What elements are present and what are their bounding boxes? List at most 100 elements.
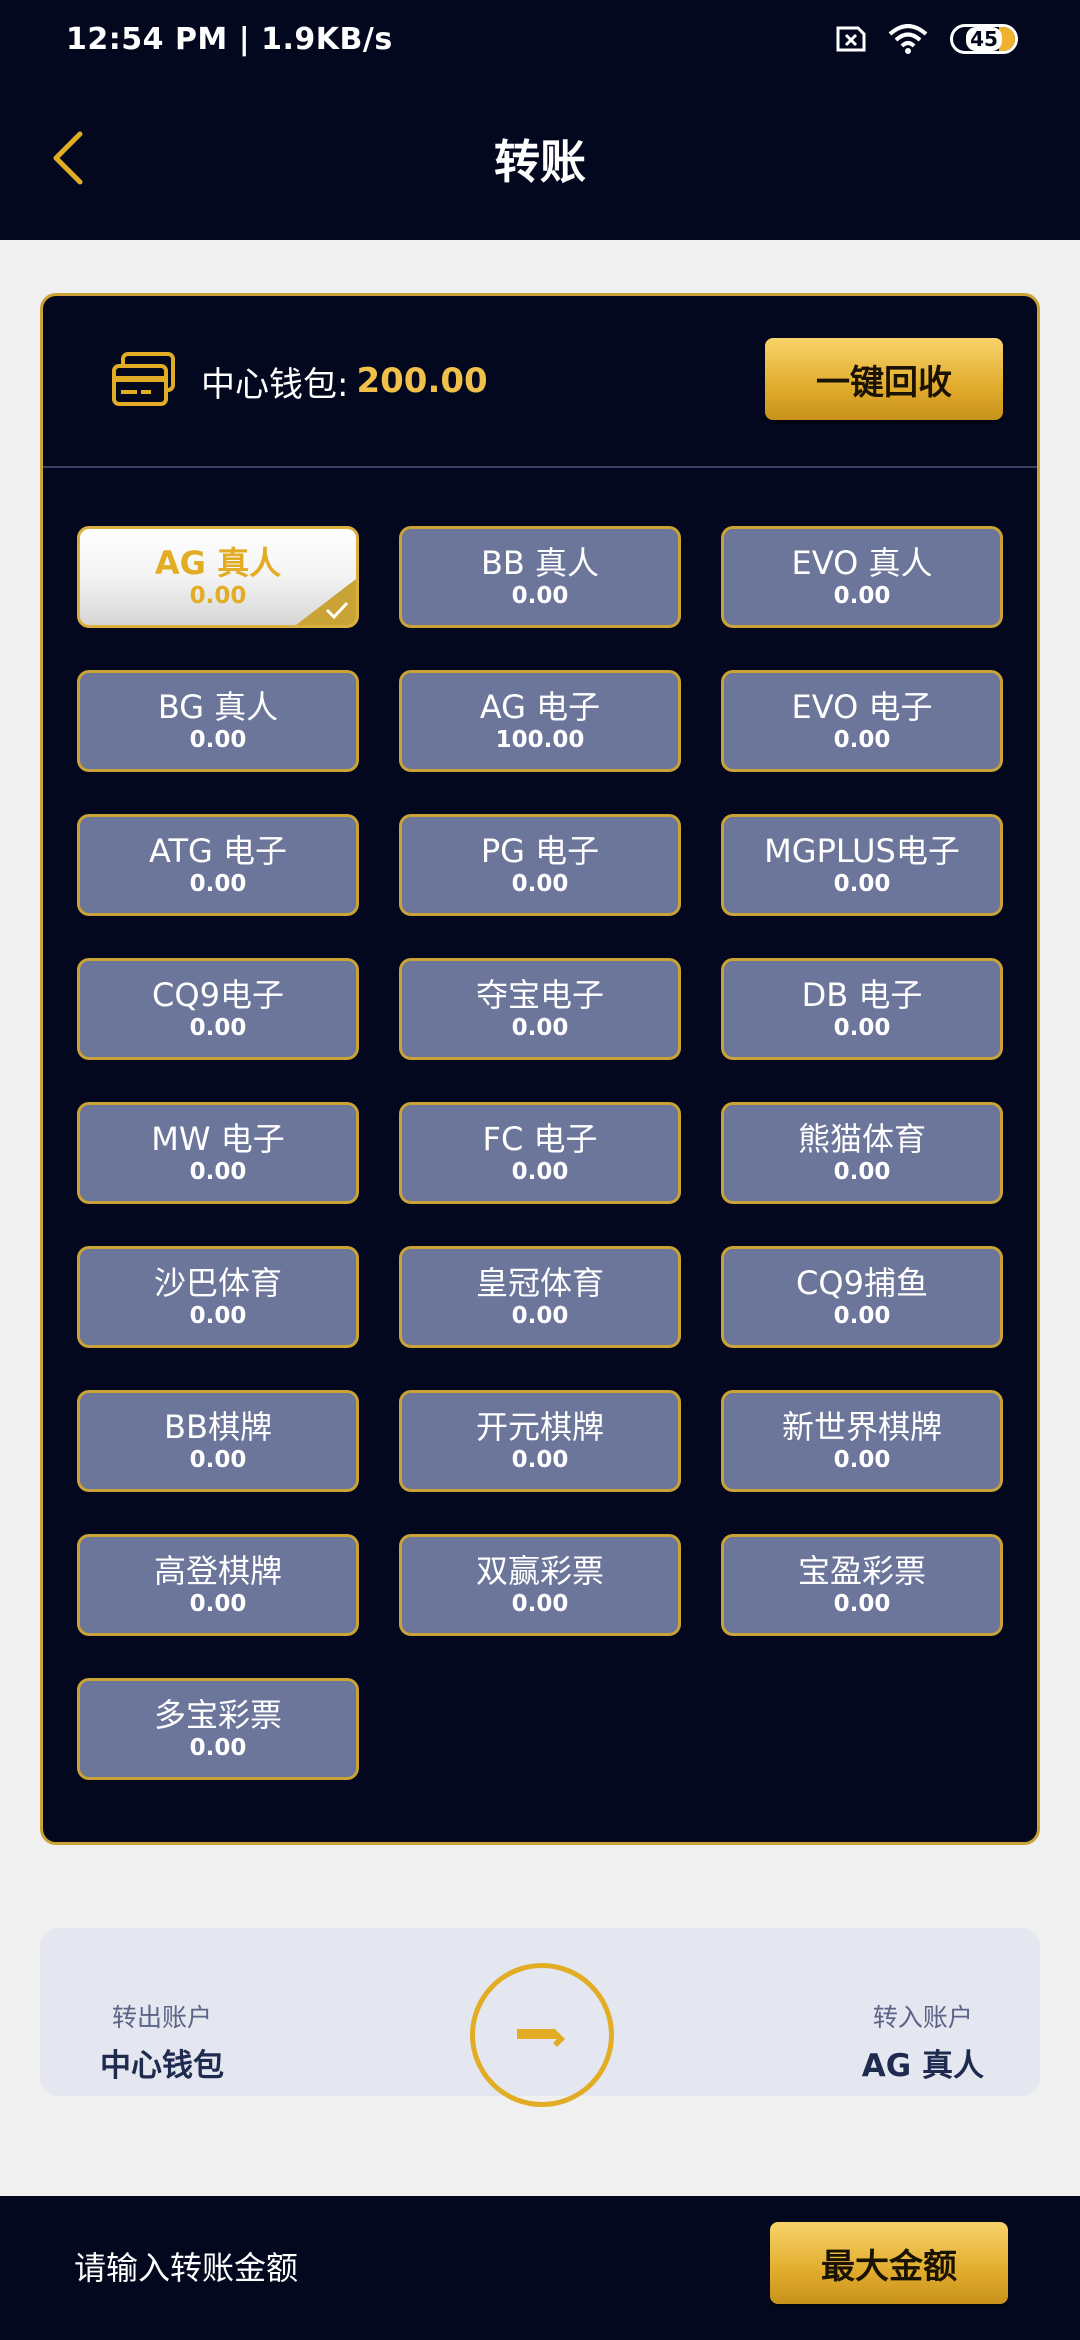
platform-tile[interactable]: CQ9捕鱼 0.00 bbox=[721, 1246, 1003, 1348]
platform-tile[interactable]: 熊猫体育 0.00 bbox=[721, 1102, 1003, 1204]
center-wallet-row: 中心钱包: 200.00 一键回收 bbox=[43, 296, 1037, 468]
amount-bar: 最大金额 bbox=[0, 2196, 1080, 2340]
transfer-direction-card: 转出账户 中心钱包 转入账户 AG 真人 bbox=[40, 1928, 1040, 2107]
platform-tile[interactable]: 开元棋牌 0.00 bbox=[399, 1390, 681, 1492]
platform-balance: 0.00 bbox=[833, 1591, 891, 1617]
from-account[interactable]: 转出账户 中心钱包 bbox=[100, 1998, 224, 2085]
to-account-label: 转入账户 bbox=[872, 2003, 973, 2032]
platform-balance: 0.00 bbox=[189, 1159, 247, 1185]
checkmark-icon bbox=[325, 601, 349, 620]
platform-tile[interactable]: 双赢彩票 0.00 bbox=[399, 1534, 681, 1636]
platform-balance: 0.00 bbox=[833, 1159, 891, 1185]
platform-tile[interactable]: 宝盈彩票 0.00 bbox=[721, 1534, 1003, 1636]
max-amount-button[interactable]: 最大金额 bbox=[770, 2222, 1008, 2304]
to-account[interactable]: 转入账户 AG 真人 bbox=[862, 1998, 984, 2085]
platform-name: 熊猫体育 bbox=[797, 1120, 926, 1158]
platform-tile[interactable]: MGPLUS电子 0.00 bbox=[721, 814, 1003, 916]
platform-name: 宝盈彩票 bbox=[797, 1552, 926, 1590]
platform-tile[interactable]: 新世界棋牌 0.00 bbox=[721, 1390, 1003, 1492]
platform-tile[interactable]: 沙巴体育 0.00 bbox=[77, 1246, 359, 1348]
header: 转账 bbox=[0, 78, 1080, 240]
platform-tile[interactable]: EVO 真人 0.00 bbox=[721, 526, 1003, 628]
platform-tile[interactable]: ATG 电子 0.00 bbox=[77, 814, 359, 916]
platform-tile[interactable]: 多宝彩票 0.00 bbox=[77, 1678, 359, 1780]
platform-balance: 0.00 bbox=[511, 1015, 569, 1041]
platform-balance: 0.00 bbox=[833, 1015, 891, 1041]
platform-name: BG 真人 bbox=[157, 688, 279, 726]
platform-tile[interactable]: 高登棋牌 0.00 bbox=[77, 1534, 359, 1636]
platform-name: AG 电子 bbox=[479, 688, 601, 726]
to-account-name: AG 真人 bbox=[861, 2048, 984, 2084]
status-bar: 12:54 PM | 1.9KB/s 45 bbox=[0, 0, 1080, 78]
platform-name: 沙巴体育 bbox=[153, 1264, 282, 1302]
platform-balance: 0.00 bbox=[511, 1303, 569, 1329]
platform-name: 新世界棋牌 bbox=[781, 1408, 942, 1446]
platform-balance: 0.00 bbox=[189, 1447, 247, 1473]
platform-tile[interactable]: AG 电子 100.00 bbox=[399, 670, 681, 772]
platform-tile[interactable]: BB 真人 0.00 bbox=[399, 526, 681, 628]
platform-name: EVO 真人 bbox=[791, 544, 933, 582]
platform-tile[interactable]: 皇冠体育 0.00 bbox=[399, 1246, 681, 1348]
platform-balance: 0.00 bbox=[189, 1015, 247, 1041]
swap-direction-button[interactable] bbox=[470, 1963, 614, 2107]
platform-balance: 0.00 bbox=[189, 871, 247, 897]
page-title: 转账 bbox=[494, 135, 586, 189]
from-account-label: 转出账户 bbox=[111, 2003, 212, 2032]
one-click-recycle-button[interactable]: 一键回收 bbox=[765, 338, 1003, 420]
platform-balance: 0.00 bbox=[189, 1591, 247, 1617]
platform-balance: 0.00 bbox=[833, 1447, 891, 1473]
back-button[interactable] bbox=[46, 128, 96, 188]
platform-tile[interactable]: BB棋牌 0.00 bbox=[77, 1390, 359, 1492]
platform-tile[interactable]: FC 电子 0.00 bbox=[399, 1102, 681, 1204]
status-icons: 45 bbox=[832, 24, 1018, 54]
platform-name: BB棋牌 bbox=[164, 1408, 272, 1446]
platform-balance: 0.00 bbox=[511, 583, 569, 609]
platform-tile[interactable]: DB 电子 0.00 bbox=[721, 958, 1003, 1060]
platform-balance: 0.00 bbox=[833, 871, 891, 897]
platform-name: 双赢彩票 bbox=[475, 1552, 604, 1590]
battery-level: 45 bbox=[966, 27, 1002, 51]
platform-tile[interactable]: AG 真人 0.00 bbox=[77, 526, 359, 628]
platform-balance: 0.00 bbox=[833, 583, 891, 609]
platform-name: BB 真人 bbox=[480, 544, 600, 582]
platform-balance: 0.00 bbox=[189, 1303, 247, 1329]
platform-name: FC 电子 bbox=[482, 1120, 598, 1158]
platform-name: DB 电子 bbox=[801, 976, 923, 1014]
platform-panel: 中心钱包: 200.00 一键回收 AG 真人 0.00 BB 真人 0.00 EVO … bbox=[40, 293, 1040, 1845]
wallet-label: 中心钱包: bbox=[201, 364, 349, 405]
platform-balance: 0.00 bbox=[511, 1591, 569, 1617]
platform-name: EVO 电子 bbox=[791, 688, 933, 726]
sim-error-icon bbox=[832, 26, 866, 52]
platform-balance: 100.00 bbox=[495, 727, 585, 753]
transfer-amount-input[interactable] bbox=[74, 2249, 674, 2287]
platform-tile[interactable]: BG 真人 0.00 bbox=[77, 670, 359, 772]
platform-tile[interactable]: 夺宝电子 0.00 bbox=[399, 958, 681, 1060]
card-icon bbox=[112, 352, 175, 406]
chevron-left-icon bbox=[53, 131, 83, 185]
platform-name: AG 真人 bbox=[154, 544, 282, 582]
platform-tile[interactable]: PG 电子 0.00 bbox=[399, 814, 681, 916]
platform-balance: 0.00 bbox=[511, 1159, 569, 1185]
platform-tile[interactable]: MW 电子 0.00 bbox=[77, 1102, 359, 1204]
platform-name: CQ9电子 bbox=[152, 976, 284, 1014]
platform-balance: 0.00 bbox=[189, 1735, 247, 1761]
platform-balance: 0.00 bbox=[511, 871, 569, 897]
platform-name: MW 电子 bbox=[151, 1120, 285, 1158]
platform-name: CQ9捕鱼 bbox=[796, 1264, 928, 1302]
from-account-name: 中心钱包 bbox=[100, 2048, 224, 2084]
platform-balance: 0.00 bbox=[511, 1447, 569, 1473]
platform-name: MGPLUS电子 bbox=[764, 832, 960, 870]
platform-name: 开元棋牌 bbox=[475, 1408, 604, 1446]
platform-grid: AG 真人 0.00 BB 真人 0.00 EVO 真人 0.00 BG 真人 0.00 AG … bbox=[77, 526, 1007, 1780]
platform-balance: 0.00 bbox=[833, 727, 891, 753]
platform-name: ATG 电子 bbox=[149, 832, 287, 870]
wifi-icon bbox=[888, 24, 928, 54]
platform-tile[interactable]: EVO 电子 0.00 bbox=[721, 670, 1003, 772]
platform-balance: 0.00 bbox=[189, 583, 247, 609]
battery-icon: 45 bbox=[950, 24, 1018, 54]
platform-balance: 0.00 bbox=[189, 727, 247, 753]
platform-balance: 0.00 bbox=[833, 1303, 891, 1329]
platform-name: 夺宝电子 bbox=[475, 976, 604, 1014]
arrow-right-icon bbox=[517, 2029, 565, 2047]
platform-tile[interactable]: CQ9电子 0.00 bbox=[77, 958, 359, 1060]
